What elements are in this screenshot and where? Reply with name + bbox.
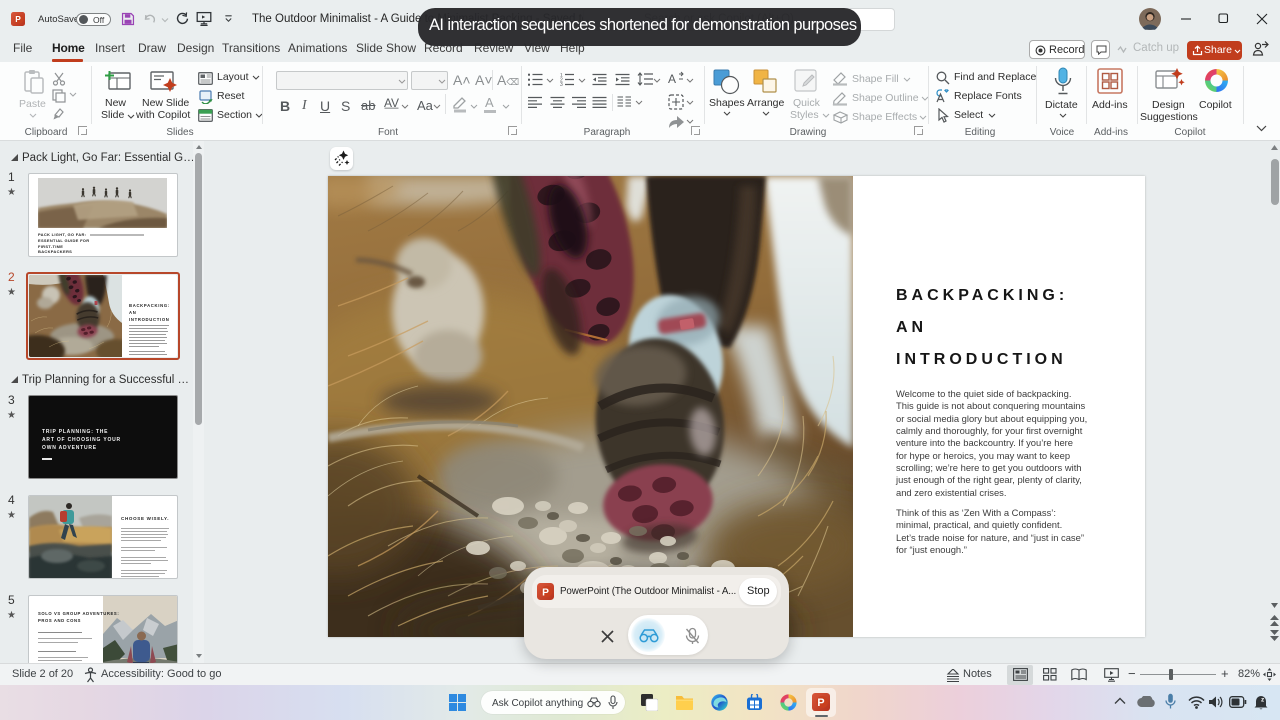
svg-text:P: P [817,697,824,709]
svg-text:P: P [542,587,549,598]
svg-text:A: A [668,72,676,86]
svg-text:3: 3 [560,82,563,86]
svg-text:P: P [15,14,21,24]
